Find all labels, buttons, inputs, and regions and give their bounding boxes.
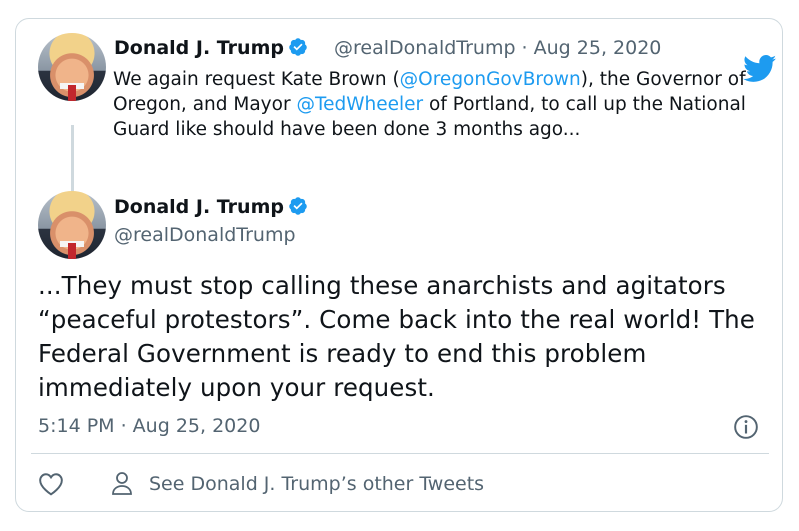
info-icon[interactable]: [733, 414, 759, 440]
mention-link[interactable]: @OregonGovBrown: [400, 69, 581, 90]
footer-divider: [31, 453, 769, 454]
verified-badge-icon: [289, 38, 307, 56]
thread-connector-line: [71, 125, 74, 195]
main-author-name[interactable]: Donald J. Trump: [114, 196, 308, 218]
main-handle[interactable]: @realDonaldTrump: [114, 224, 296, 246]
person-icon[interactable]: [110, 470, 134, 496]
quoted-author-name[interactable]: Donald J. Trump: [114, 37, 308, 59]
verified-badge-icon: [289, 197, 307, 215]
quoted-tweet-text: We again request Kate Brown (@OregonGovB…: [113, 69, 746, 140]
heart-icon[interactable]: [38, 472, 64, 496]
main-author-avatar[interactable]: [38, 191, 106, 259]
see-other-tweets-link[interactable]: See Donald J. Trump’s other Tweets: [149, 473, 484, 495]
tweet-timestamp[interactable]: 5:14 PM · Aug 25, 2020: [38, 415, 260, 437]
mention-link[interactable]: @TedWheeler: [296, 94, 423, 115]
tweet-card: Donald J. Trump @realDonaldTrump · Aug 2…: [15, 18, 783, 512]
quoted-author-avatar[interactable]: [38, 33, 106, 101]
quoted-handle-date[interactable]: @realDonaldTrump · Aug 25, 2020: [334, 37, 661, 59]
main-tweet-text: ...They must stop calling these anarchis…: [38, 271, 755, 402]
